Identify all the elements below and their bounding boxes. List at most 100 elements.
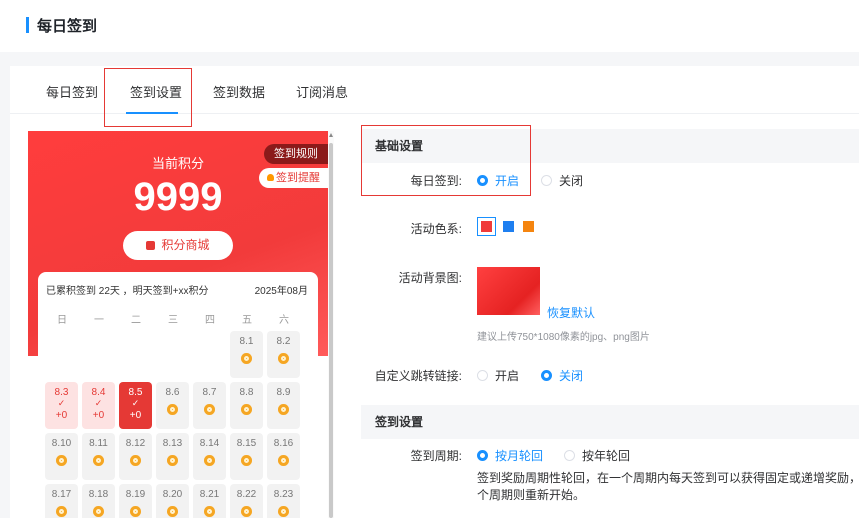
day-label: 8.7 <box>202 387 217 398</box>
check-icon: ✓ <box>131 398 140 408</box>
weekday-header: 一 <box>94 315 104 326</box>
calendar-day[interactable]: 8.18 <box>82 484 115 518</box>
day-label: 8.13 <box>162 438 183 449</box>
coin-icon <box>278 506 289 517</box>
daily-signin-off-radio[interactable]: 关闭 <box>541 172 583 189</box>
check-icon: ✓ <box>94 398 103 408</box>
coin-icon <box>93 506 104 517</box>
coin-icon <box>241 353 252 364</box>
radio-unchecked-icon <box>564 450 575 461</box>
calendar-day[interactable]: 8.9 <box>267 382 300 429</box>
radio-label: 按年轮回 <box>582 449 631 463</box>
title-accent-bar <box>26 17 29 33</box>
main-panel: 每日签到 签到设置 签到数据 订阅消息 当前积分 9999 积分商城 签到规则 … <box>10 66 859 518</box>
reward-value: +0 <box>55 410 68 421</box>
points-mall-button[interactable]: 积分商城 <box>123 231 233 260</box>
calendar-day[interactable]: 8.12 <box>119 433 152 480</box>
day-label: 8.16 <box>273 438 294 449</box>
bell-icon <box>267 174 274 181</box>
color-swatch-blue[interactable] <box>503 221 514 232</box>
coin-icon <box>130 455 141 466</box>
signin-summary: 已累积签到 22天 ，明天签到+xx积分 <box>46 286 209 297</box>
coin-icon <box>167 506 178 517</box>
highlight-box-tab <box>104 68 192 127</box>
scrollbar-thumb[interactable] <box>329 143 333 518</box>
calendar-day[interactable]: 8.8 <box>230 382 263 429</box>
coin-icon <box>204 506 215 517</box>
cycle-description-line1: 签到奖励周期性轮回，在一个周期内每天签到可以获得固定或递增奖励，当一个 <box>477 471 859 485</box>
calendar-day[interactable]: 8.10 <box>45 433 78 480</box>
tab-daily-signin[interactable]: 每日签到 <box>46 82 98 101</box>
day-label: 8.9 <box>276 387 291 398</box>
day-label: 8.5 <box>128 387 143 398</box>
background-image-label: 活动背景图: <box>398 271 462 285</box>
calendar-day[interactable]: 8.22 <box>230 484 263 518</box>
day-label: 8.6 <box>165 387 180 398</box>
signin-reminder-button[interactable]: 签到提醒 <box>259 168 328 188</box>
preview-scrollbar[interactable] <box>328 131 334 518</box>
radio-unchecked-icon <box>541 175 552 186</box>
signin-reminder-label: 签到提醒 <box>276 172 320 184</box>
calendar-day[interactable]: 8.21 <box>193 484 226 518</box>
radio-label: 关闭 <box>559 174 584 188</box>
weekday-header: 三 <box>168 315 178 326</box>
coin-icon <box>204 404 215 415</box>
coin-icon <box>167 455 178 466</box>
day-label: 8.11 <box>89 438 108 449</box>
custom-jump-on-radio[interactable]: 开启 <box>477 367 519 384</box>
calendar-day[interactable]: 8.4 ✓ +0 <box>82 382 115 429</box>
tab-signin-data[interactable]: 签到数据 <box>213 82 265 101</box>
scroll-up-arrow-icon[interactable] <box>329 133 333 137</box>
calendar-day[interactable]: 8.17 <box>45 484 78 518</box>
calendar-day[interactable]: 8.23 <box>267 484 300 518</box>
calendar-day[interactable]: 8.5 ✓ +0 <box>119 382 152 429</box>
cycle-monthly-radio[interactable]: 按月轮回 <box>477 447 543 464</box>
calendar-day[interactable]: 8.20 <box>156 484 189 518</box>
header: 每日签到 <box>0 0 859 52</box>
calendar-day[interactable]: 8.11 <box>82 433 115 480</box>
day-label: 8.23 <box>273 489 294 500</box>
points-mall-label: 积分商城 <box>161 238 210 252</box>
calendar-day[interactable]: 8.14 <box>193 433 226 480</box>
day-label: 8.1 <box>239 336 254 347</box>
background-image-thumbnail[interactable] <box>477 267 540 315</box>
day-label: 8.10 <box>51 438 72 449</box>
radio-unchecked-icon <box>477 370 488 381</box>
calendar-day[interactable]: 8.3 ✓ +0 <box>45 382 78 429</box>
radio-checked-icon <box>541 370 552 381</box>
calendar-day[interactable]: 8.13 <box>156 433 189 480</box>
restore-default-link[interactable]: 恢复默认 <box>547 304 595 321</box>
color-theme-label: 活动色系: <box>410 222 462 236</box>
reward-value: +0 <box>92 410 105 421</box>
signin-cycle-label: 签到周期: <box>410 449 462 463</box>
cycle-yearly-radio[interactable]: 按年轮回 <box>564 447 630 464</box>
calendar-day[interactable]: 8.6 <box>156 382 189 429</box>
day-label: 8.22 <box>236 489 257 500</box>
calendar-day[interactable]: 8.15 <box>230 433 263 480</box>
radio-label: 按月轮回 <box>495 449 544 463</box>
coin-icon <box>204 455 215 466</box>
weekday-header: 六 <box>279 315 289 326</box>
radio-label: 关闭 <box>559 369 584 383</box>
calendar-day[interactable]: 8.19 <box>119 484 152 518</box>
upload-hint: 建议上传750*1080像素的jpg、png图片 <box>477 332 650 343</box>
day-label: 8.15 <box>236 438 257 449</box>
calendar-day[interactable]: 8.1 <box>230 331 263 378</box>
day-label: 8.3 <box>54 387 69 398</box>
weekday-header: 日 <box>57 315 67 326</box>
color-swatch-red[interactable] <box>481 221 492 232</box>
check-icon: ✓ <box>57 398 66 408</box>
radio-checked-icon <box>477 450 488 461</box>
custom-jump-link-label: 自定义跳转链接: <box>374 369 462 383</box>
calendar-day[interactable]: 8.2 <box>267 331 300 378</box>
calendar-day[interactable]: 8.7 <box>193 382 226 429</box>
day-label: 8.14 <box>199 438 220 449</box>
color-swatch-orange[interactable] <box>523 221 534 232</box>
radio-label: 开启 <box>495 369 520 383</box>
calendar-day[interactable]: 8.16 <box>267 433 300 480</box>
coin-icon <box>278 455 289 466</box>
signin-rules-button[interactable]: 签到规则 <box>264 144 328 164</box>
custom-jump-off-radio[interactable]: 关闭 <box>541 367 583 384</box>
coin-icon <box>241 404 252 415</box>
tab-subscription-messages[interactable]: 订阅消息 <box>296 82 348 101</box>
